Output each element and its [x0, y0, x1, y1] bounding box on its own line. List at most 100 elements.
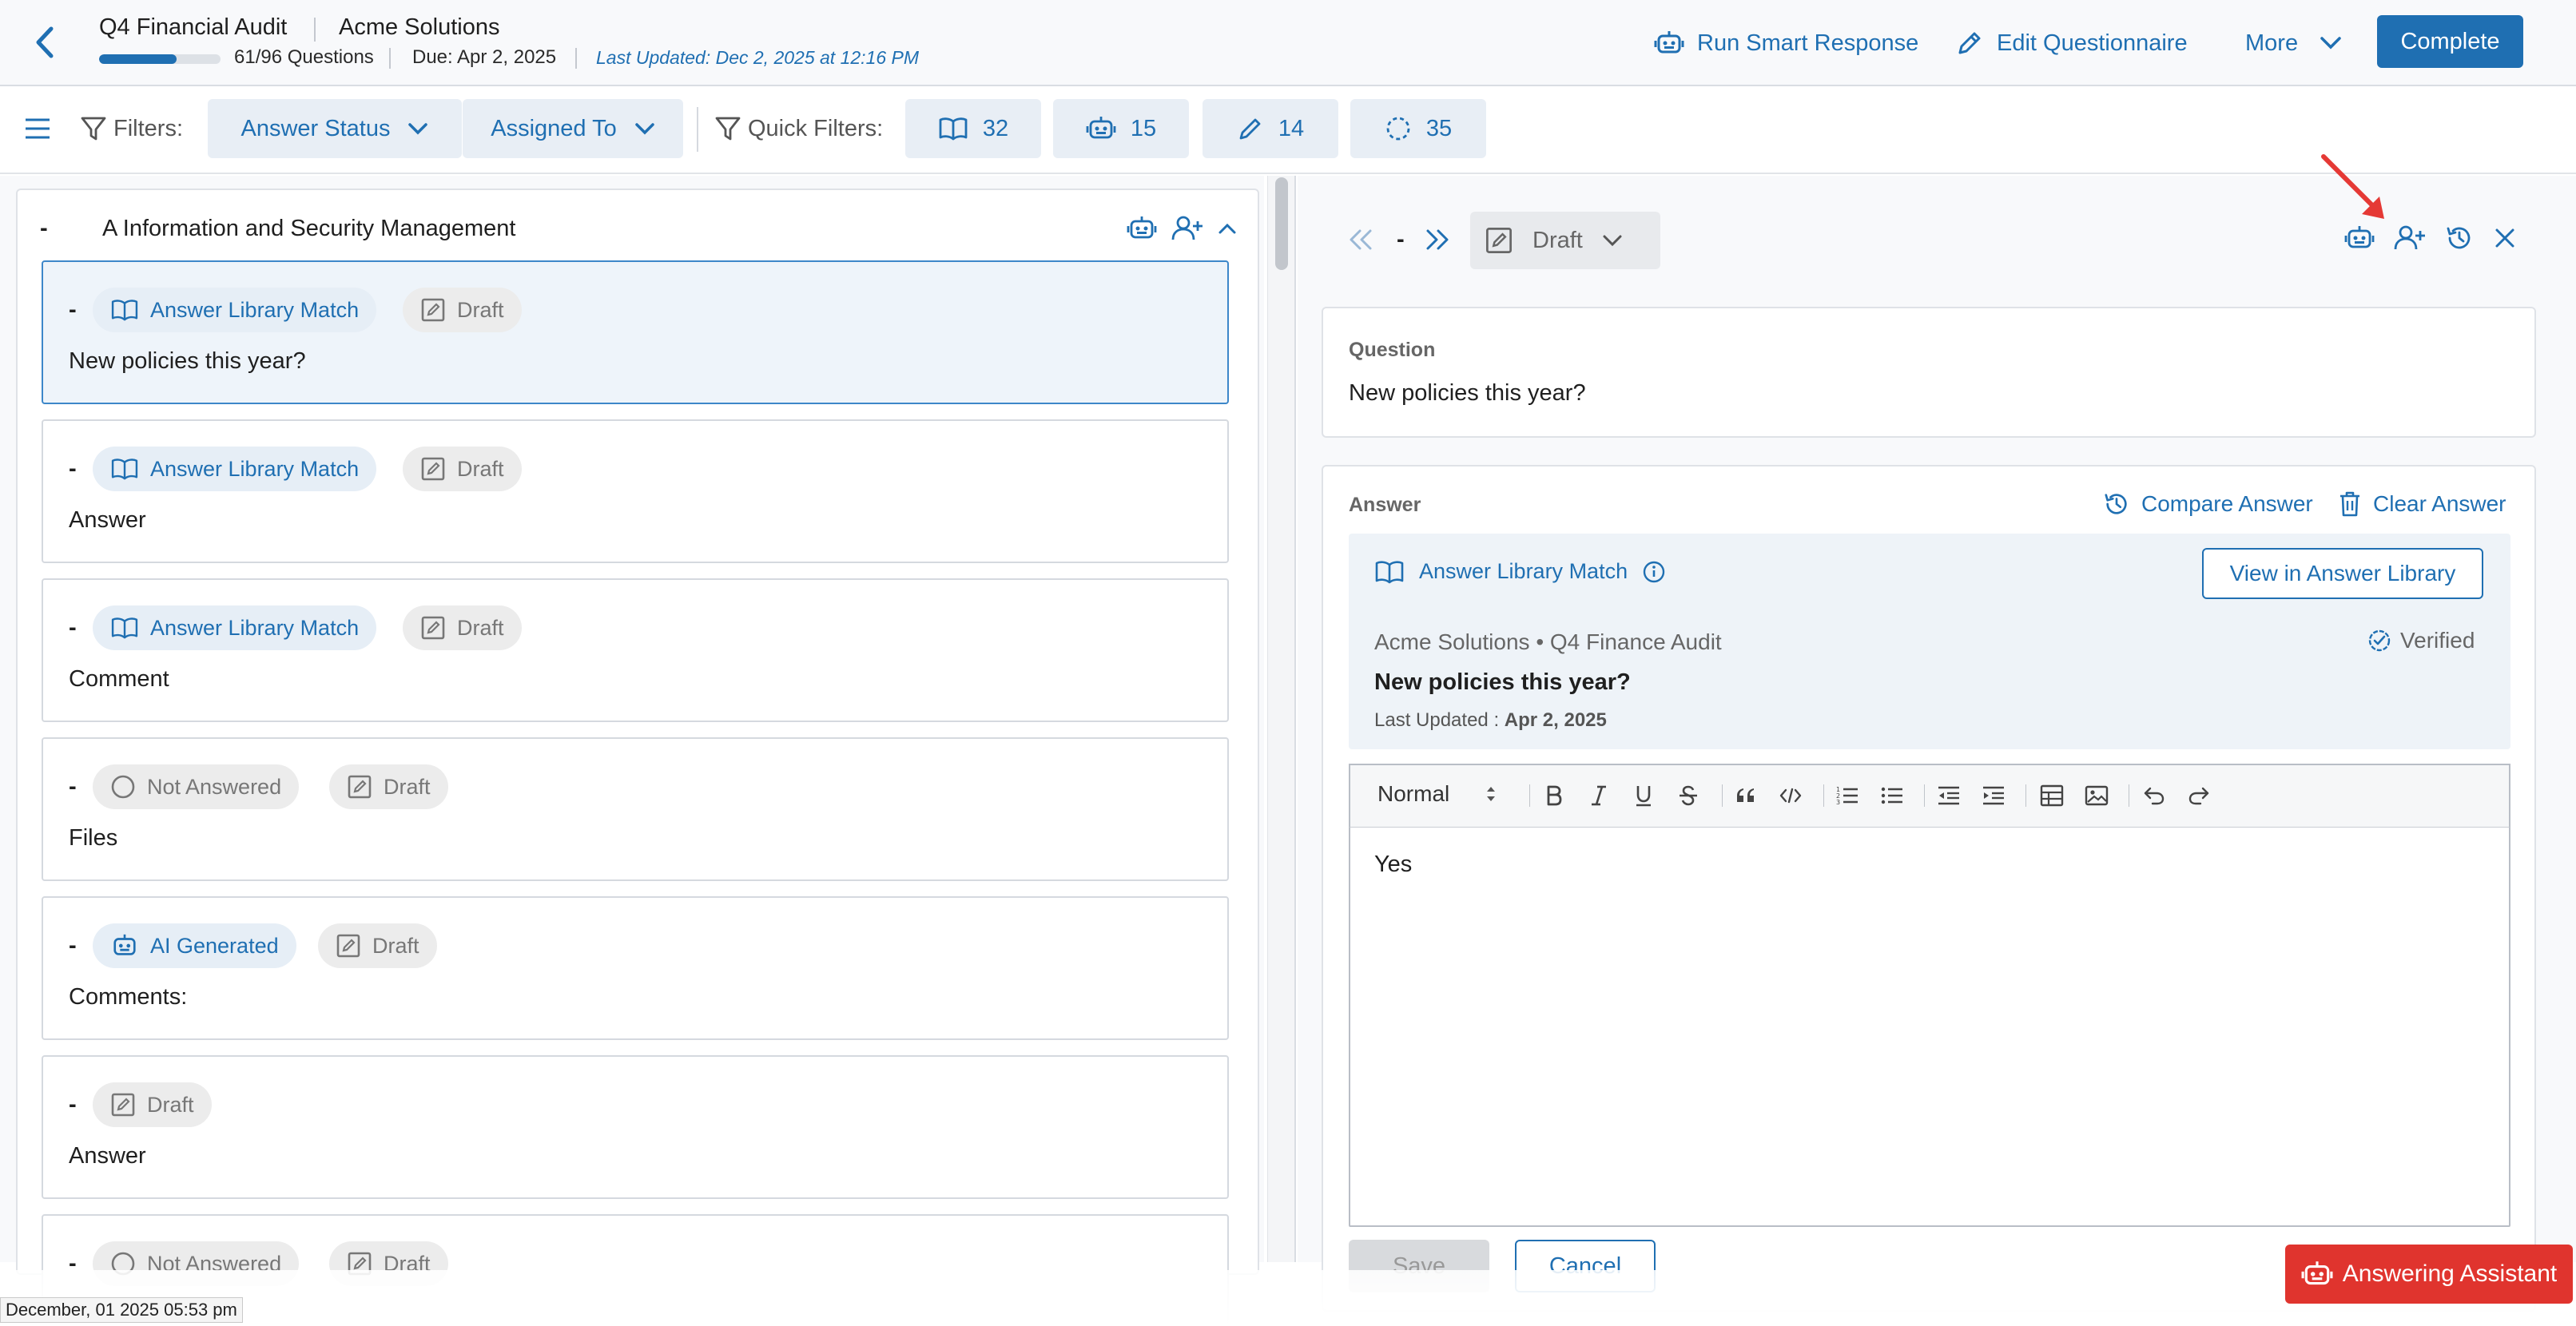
format-select-label: Normal: [1377, 781, 1450, 806]
editor-content[interactable]: Yes: [1374, 852, 1412, 878]
pencil-icon: [1237, 115, 1264, 142]
answer-label: Answer: [1349, 494, 1421, 516]
compare-answer-label: Compare Answer: [2141, 491, 2313, 516]
close-icon[interactable]: [2493, 226, 2517, 250]
undo-icon[interactable]: [2138, 780, 2170, 812]
back-chevron-icon[interactable]: [29, 24, 61, 61]
chip-label: Draft: [457, 615, 504, 640]
answer-library-match-chip: Answer Library Match: [93, 447, 377, 491]
format-select[interactable]: Normal: [1377, 781, 1497, 807]
chip-label: Draft: [457, 456, 504, 481]
filters-bar: Filters: Answer Status Assigned To Quick…: [0, 88, 2576, 174]
quick-filter-library[interactable]: 32: [905, 99, 1041, 158]
next-question-icon[interactable]: [1424, 217, 1451, 262]
answer-status-filter[interactable]: Answer Status: [208, 99, 462, 158]
dashed-circle-icon: [1385, 115, 1412, 142]
draft-icon: [1485, 226, 1513, 255]
robot-icon: [1654, 28, 1684, 58]
answering-assistant-button[interactable]: Answering Assistant: [2285, 1245, 2573, 1304]
questionnaire-title: Q4 Financial Audit: [99, 14, 288, 40]
more-dropdown[interactable]: More: [2245, 26, 2343, 61]
question-dash: -: [69, 1092, 77, 1118]
question-text: Answer: [69, 1143, 146, 1169]
question-card[interactable]: - AI Generated Draft Comments:: [42, 896, 1229, 1040]
quick-filter-ai[interactable]: 15: [1053, 99, 1189, 158]
quick-filter-count: 32: [982, 115, 1009, 141]
redo-icon[interactable]: [2183, 780, 2215, 812]
edit-questionnaire-button[interactable]: Edit Questionnaire: [1955, 26, 2188, 61]
underline-icon[interactable]: [1628, 780, 1660, 812]
chip-label: Answer Library Match: [150, 615, 360, 640]
last-updated: Last Updated: Dec 2, 2025 at 12:16 PM: [596, 47, 920, 68]
status-dropdown[interactable]: Draft: [1470, 212, 1660, 269]
list-scrollbar-thumb[interactable]: [1275, 177, 1288, 270]
progress-bar-fill: [99, 54, 177, 64]
info-icon[interactable]: [1642, 560, 1666, 584]
meta-divider: [575, 48, 577, 69]
answer-editor[interactable]: [1349, 764, 2510, 1227]
question-dash: -: [69, 297, 77, 323]
svg-text:3: 3: [1836, 799, 1840, 806]
match-question: New policies this year?: [1374, 669, 1631, 695]
toolbar-divider: [2025, 784, 2026, 807]
question-card[interactable]: - Answer Library Match Draft Answer: [42, 419, 1229, 563]
strikethrough-icon[interactable]: [1672, 780, 1704, 812]
quick-filters-label: Quick Filters:: [714, 115, 883, 142]
clear-answer-button[interactable]: Clear Answer: [2338, 490, 2506, 518]
code-icon[interactable]: [1775, 780, 1807, 812]
ordered-list-icon[interactable]: 123: [1831, 780, 1863, 812]
draft-chip: Draft: [318, 923, 437, 968]
verified-badge: Verified: [2367, 628, 2475, 653]
previous-question-icon[interactable]: [1347, 217, 1374, 262]
run-smart-response-label: Run Smart Response: [1697, 30, 1919, 56]
assign-user-icon[interactable]: [2394, 224, 2426, 252]
italic-icon[interactable]: [1583, 780, 1615, 812]
quick-filter-edited[interactable]: 14: [1203, 99, 1338, 158]
list-scrollbar[interactable]: [1267, 176, 1296, 1262]
draft-chip: Draft: [403, 447, 522, 491]
chevron-down-icon: [2319, 35, 2343, 51]
table-icon[interactable]: [2036, 780, 2068, 812]
quick-filter-count: 15: [1130, 115, 1157, 141]
ai-generated-chip: AI Generated: [93, 923, 296, 968]
outdent-icon[interactable]: [1933, 780, 1965, 812]
question-card[interactable]: - Not Answered Draft Files: [42, 737, 1229, 881]
indent-icon[interactable]: [1978, 780, 2010, 812]
question-card[interactable]: - Answer Library Match Draft Comment: [42, 578, 1229, 722]
robot-icon: [110, 932, 139, 959]
quick-filters-label-text: Quick Filters:: [748, 115, 884, 141]
bold-icon[interactable]: [1538, 780, 1570, 812]
funnel-icon: [80, 115, 107, 142]
book-icon: [110, 299, 139, 321]
history-icon[interactable]: [2445, 224, 2474, 252]
robot-icon[interactable]: [1127, 214, 1157, 243]
question-card[interactable]: - Draft Answer: [42, 1055, 1229, 1199]
question-label: Question: [1349, 339, 1436, 361]
hamburger-menu-icon[interactable]: [24, 117, 51, 141]
quick-filter-unanswered[interactable]: 35: [1350, 99, 1486, 158]
status-label: Draft: [1532, 227, 1583, 253]
title-divider: [314, 18, 316, 42]
complete-button[interactable]: Complete: [2377, 15, 2523, 68]
image-icon[interactable]: [2081, 780, 2113, 812]
chevron-up-icon[interactable]: [1218, 222, 1237, 235]
question-card[interactable]: - Answer Library Match Draft New policie…: [42, 260, 1229, 404]
updown-icon: [1485, 784, 1497, 804]
blockquote-icon[interactable]: [1730, 780, 1762, 812]
assigned-to-filter[interactable]: Assigned To: [463, 99, 683, 158]
assign-user-icon[interactable]: [1171, 215, 1203, 242]
verified-check-icon: [2367, 628, 2392, 653]
chip-label: AI Generated: [150, 933, 279, 958]
draft-chip: Draft: [93, 1082, 212, 1127]
quick-filter-count: 14: [1278, 115, 1305, 141]
compare-answer-button[interactable]: Compare Answer: [2103, 490, 2313, 518]
match-updated-label: Last Updated :: [1374, 709, 1505, 731]
answer-status-label: Answer Status: [241, 115, 391, 141]
bullet-list-icon[interactable]: [1876, 780, 1908, 812]
draft-icon: [336, 933, 361, 959]
funnel-icon: [714, 115, 741, 142]
draft-icon: [110, 1092, 136, 1118]
run-smart-response-button[interactable]: Run Smart Response: [1654, 26, 1918, 61]
view-in-answer-library-button[interactable]: View in Answer Library: [2202, 548, 2483, 599]
filters-label: Filters:: [80, 115, 183, 142]
